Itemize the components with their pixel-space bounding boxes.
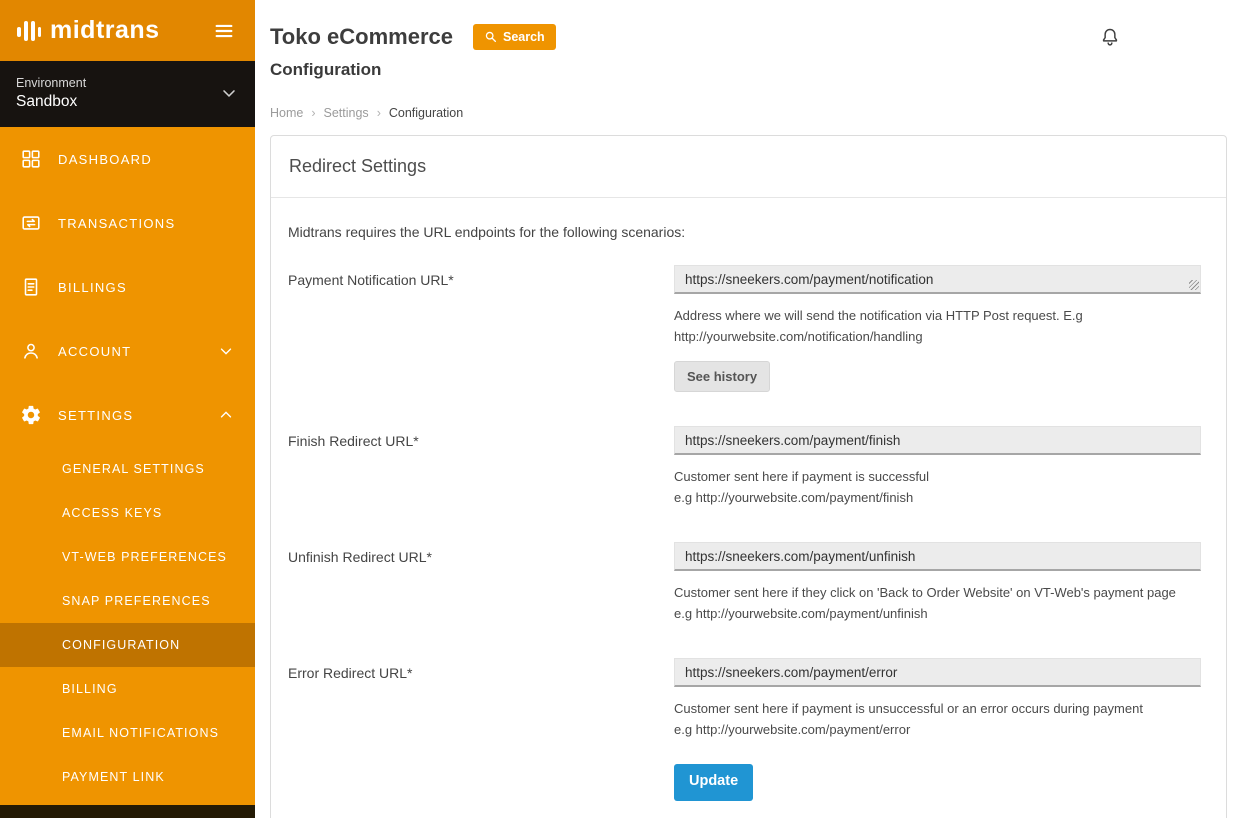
see-history-button[interactable]: See history	[674, 361, 771, 392]
midtrans-logo: midtrans	[16, 16, 160, 45]
sidebar-item-label: DASHBOARD	[58, 151, 153, 167]
breadcrumb-settings[interactable]: Settings	[324, 106, 369, 120]
payment-notification-url-input[interactable]	[674, 265, 1201, 294]
error-redirect-url-row: Error Redirect URL* Customer sent here i…	[288, 658, 1209, 801]
sidebar-item-label: BILLINGS	[58, 279, 127, 295]
update-button[interactable]: Update	[674, 764, 754, 801]
sidebar-subitem-billing[interactable]: BILLING	[0, 667, 255, 711]
page-title: Configuration	[270, 60, 382, 79]
settings-submenu: GENERAL SETTINGS ACCESS KEYS VT-WEB PREF…	[0, 447, 255, 799]
environment-value: Sandbox	[16, 92, 78, 110]
sidebar-item-dashboard[interactable]: DASHBOARD	[0, 127, 255, 191]
transactions-icon	[20, 212, 42, 234]
midtrans-logo-icon	[16, 18, 42, 44]
dashboard-icon	[20, 148, 42, 170]
chevron-up-icon	[217, 406, 235, 424]
subitem-label: GENERAL SETTINGS	[62, 462, 205, 476]
breadcrumb-current: Configuration	[388, 106, 464, 120]
unfinish-redirect-url-row: Unfinish Redirect URL* Customer sent her…	[288, 542, 1209, 624]
sidebar-subitem-general-settings[interactable]: GENERAL SETTINGS	[0, 447, 255, 491]
topbar: Toko eCommerce Search	[255, 0, 1243, 58]
hamburger-menu-icon[interactable]	[213, 20, 235, 42]
environment-label: Environment	[16, 75, 87, 90]
subitem-label: CONFIGURATION	[62, 638, 181, 652]
notification-bell-icon[interactable]	[1099, 26, 1121, 48]
sidebar-item-label: ACCOUNT	[58, 343, 132, 359]
breadcrumb: Home › Settings › Configuration	[270, 106, 1243, 120]
help-line: Customer sent here if payment is unsucce…	[674, 701, 1143, 716]
sidebar-item-label: SETTINGS	[58, 407, 134, 423]
error-redirect-url-input[interactable]	[674, 658, 1201, 687]
redirect-settings-card: Redirect Settings Midtrans requires the …	[270, 135, 1227, 818]
help-line: e.g http://yourwebsite.com/payment/error	[674, 722, 911, 737]
sidebar-item-settings[interactable]: SETTINGS	[0, 383, 255, 447]
resize-grip[interactable]	[1189, 280, 1199, 290]
sidebar-subitem-access-keys[interactable]: ACCESS KEYS	[0, 491, 255, 535]
breadcrumb-separator: ›	[376, 106, 381, 120]
subitem-label: PAYMENT LINK	[62, 770, 165, 784]
subitem-label: VT-WEB PREFERENCES	[62, 550, 227, 564]
sidebar-subitem-payment-link[interactable]: PAYMENT LINK	[0, 755, 255, 799]
field-help: Customer sent here if they click on 'Bac…	[674, 582, 1201, 624]
sidebar-item-label: TRANSACTIONS	[58, 215, 176, 231]
sidebar-subitem-email-notifications[interactable]: EMAIL NOTIFICATIONS	[0, 711, 255, 755]
sidebar-subitem-snap-preferences[interactable]: SNAP PREFERENCES	[0, 579, 255, 623]
main-content: Toko eCommerce Search Configuration Home…	[255, 0, 1243, 818]
field-label: Unfinish Redirect URL*	[288, 549, 432, 565]
field-help: Address where we will send the notificat…	[674, 305, 1201, 347]
sidebar-subitem-vtweb-preferences[interactable]: VT-WEB PREFERENCES	[0, 535, 255, 579]
subitem-label: EMAIL NOTIFICATIONS	[62, 726, 220, 740]
field-help: Customer sent here if payment is unsucce…	[674, 698, 1201, 740]
environment-selector[interactable]: Environment Sandbox	[0, 61, 255, 127]
sidebar-item-account[interactable]: ACCOUNT	[0, 319, 255, 383]
finish-redirect-url-row: Finish Redirect URL* Customer sent here …	[288, 426, 1209, 508]
help-line: Customer sent here if they click on 'Bac…	[674, 585, 1176, 600]
sidebar-logo-bar: midtrans	[0, 0, 255, 61]
field-label: Error Redirect URL*	[288, 665, 413, 681]
settings-gear-icon	[20, 404, 42, 426]
sidebar-menu: DASHBOARD TRANSACTIONS BILLINGS ACCOUNT …	[0, 127, 255, 799]
subitem-label: BILLING	[62, 682, 118, 696]
help-line: e.g http://yourwebsite.com/payment/finis…	[674, 490, 914, 505]
field-help: Customer sent here if payment is success…	[674, 466, 1201, 508]
intro-text: Midtrans requires the URL endpoints for …	[288, 224, 686, 240]
merchant-title: Toko eCommerce	[270, 23, 453, 49]
card-header: Redirect Settings	[271, 136, 1226, 198]
unfinish-redirect-url-input[interactable]	[674, 542, 1201, 571]
breadcrumb-home[interactable]: Home	[270, 106, 303, 120]
search-button-label: Search	[502, 29, 545, 44]
sidebar-item-transactions[interactable]: TRANSACTIONS	[0, 191, 255, 255]
sidebar-item-billings[interactable]: BILLINGS	[0, 255, 255, 319]
field-label: Payment Notification URL*	[288, 272, 454, 288]
card-title: Redirect Settings	[289, 156, 427, 176]
finish-redirect-url-input[interactable]	[674, 426, 1201, 455]
subitem-label: ACCESS KEYS	[62, 506, 163, 520]
breadcrumb-separator: ›	[311, 106, 316, 120]
card-body: Midtrans requires the URL endpoints for …	[271, 198, 1226, 801]
help-line: e.g http://yourwebsite.com/payment/unfin…	[674, 606, 928, 621]
subitem-label: SNAP PREFERENCES	[62, 594, 211, 608]
sidebar-subitem-configuration[interactable]: CONFIGURATION	[0, 623, 255, 667]
search-button[interactable]: Search	[472, 23, 556, 50]
chevron-down-icon	[219, 83, 239, 103]
sidebar: midtrans Environment Sandbox DASHBOARD T…	[0, 0, 255, 818]
billings-icon	[20, 276, 42, 298]
logo-wordmark: midtrans	[50, 16, 160, 44]
help-line: Address where we will send the notificat…	[674, 308, 1083, 344]
account-icon	[20, 340, 42, 362]
payment-notification-url-row: Payment Notification URL* Address where …	[288, 265, 1209, 392]
search-icon	[484, 30, 497, 43]
field-label: Finish Redirect URL*	[288, 433, 419, 449]
sidebar-bottom-strip	[0, 805, 255, 818]
help-line: Customer sent here if payment is success…	[674, 469, 930, 484]
chevron-down-icon	[217, 342, 235, 360]
